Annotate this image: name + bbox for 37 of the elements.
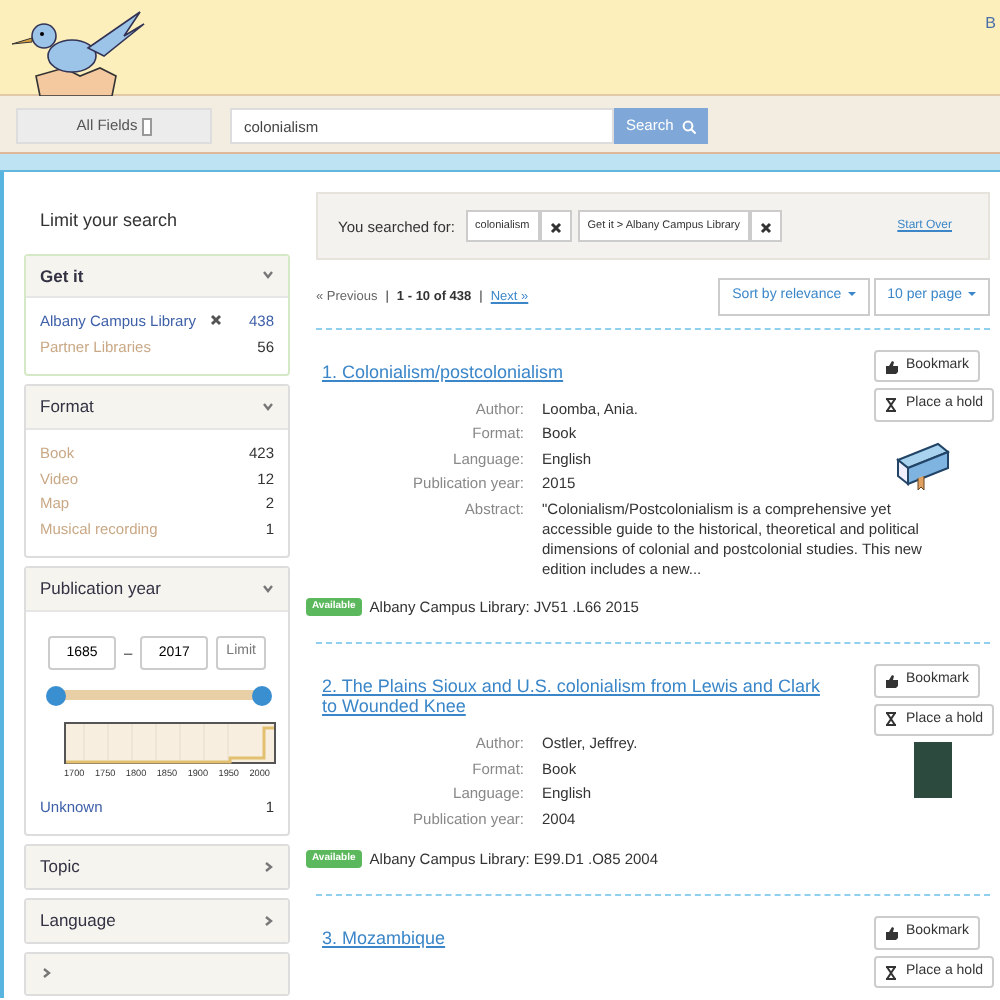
chevron-down-icon[interactable] xyxy=(262,270,274,281)
remove-button[interactable] xyxy=(539,210,572,243)
slider-thumb[interactable] xyxy=(46,685,66,706)
hourglass-icon xyxy=(884,965,898,979)
close-icon xyxy=(549,221,562,234)
remove-icon[interactable] xyxy=(209,313,222,325)
chevron-down-icon[interactable] xyxy=(262,583,274,594)
thumbs-up-icon xyxy=(884,673,898,688)
facet-title: Publication year xyxy=(40,576,161,602)
result-title-link[interactable]: 2. The Plains Sioux and U.S. colonialism from Lewis and Clark to Wounded Knee xyxy=(322,676,822,716)
remove-button[interactable] xyxy=(750,210,783,243)
search-icon xyxy=(681,119,696,133)
slider-thumb[interactable] xyxy=(252,685,272,706)
facet-title: Topic xyxy=(40,854,80,880)
range-slider[interactable] xyxy=(46,685,272,706)
facet-title: Format xyxy=(40,394,94,420)
chevron-down-icon[interactable] xyxy=(262,402,274,413)
close-icon xyxy=(760,221,773,234)
facet-header[interactable]: Get it xyxy=(26,255,288,299)
facet-title: Get it xyxy=(40,263,84,289)
thumbs-up-icon xyxy=(884,926,898,940)
book-cover-placeholder xyxy=(914,742,952,798)
chevron-right-icon[interactable] xyxy=(262,862,274,873)
thumbs-up-icon xyxy=(884,359,898,373)
facet-header[interactable]: Format xyxy=(26,386,288,430)
result-title-link[interactable]: 1. Colonialism/postcolonialism xyxy=(322,361,822,382)
chevron-right-icon[interactable] xyxy=(40,968,52,979)
facet-title: Language xyxy=(40,907,116,934)
hourglass-icon xyxy=(884,398,898,412)
header-link[interactable]: B xyxy=(985,12,996,36)
facet-header[interactable]: Language xyxy=(26,899,288,942)
hourglass-icon xyxy=(884,712,898,727)
facet-header[interactable]: Topic xyxy=(26,846,288,888)
facet-header[interactable]: Publication year xyxy=(26,568,288,612)
sidebar-title: Limit your search xyxy=(40,208,180,234)
chevron-right-icon[interactable] xyxy=(262,915,274,926)
result-title-link[interactable]: 3. Mozambique xyxy=(322,928,822,949)
